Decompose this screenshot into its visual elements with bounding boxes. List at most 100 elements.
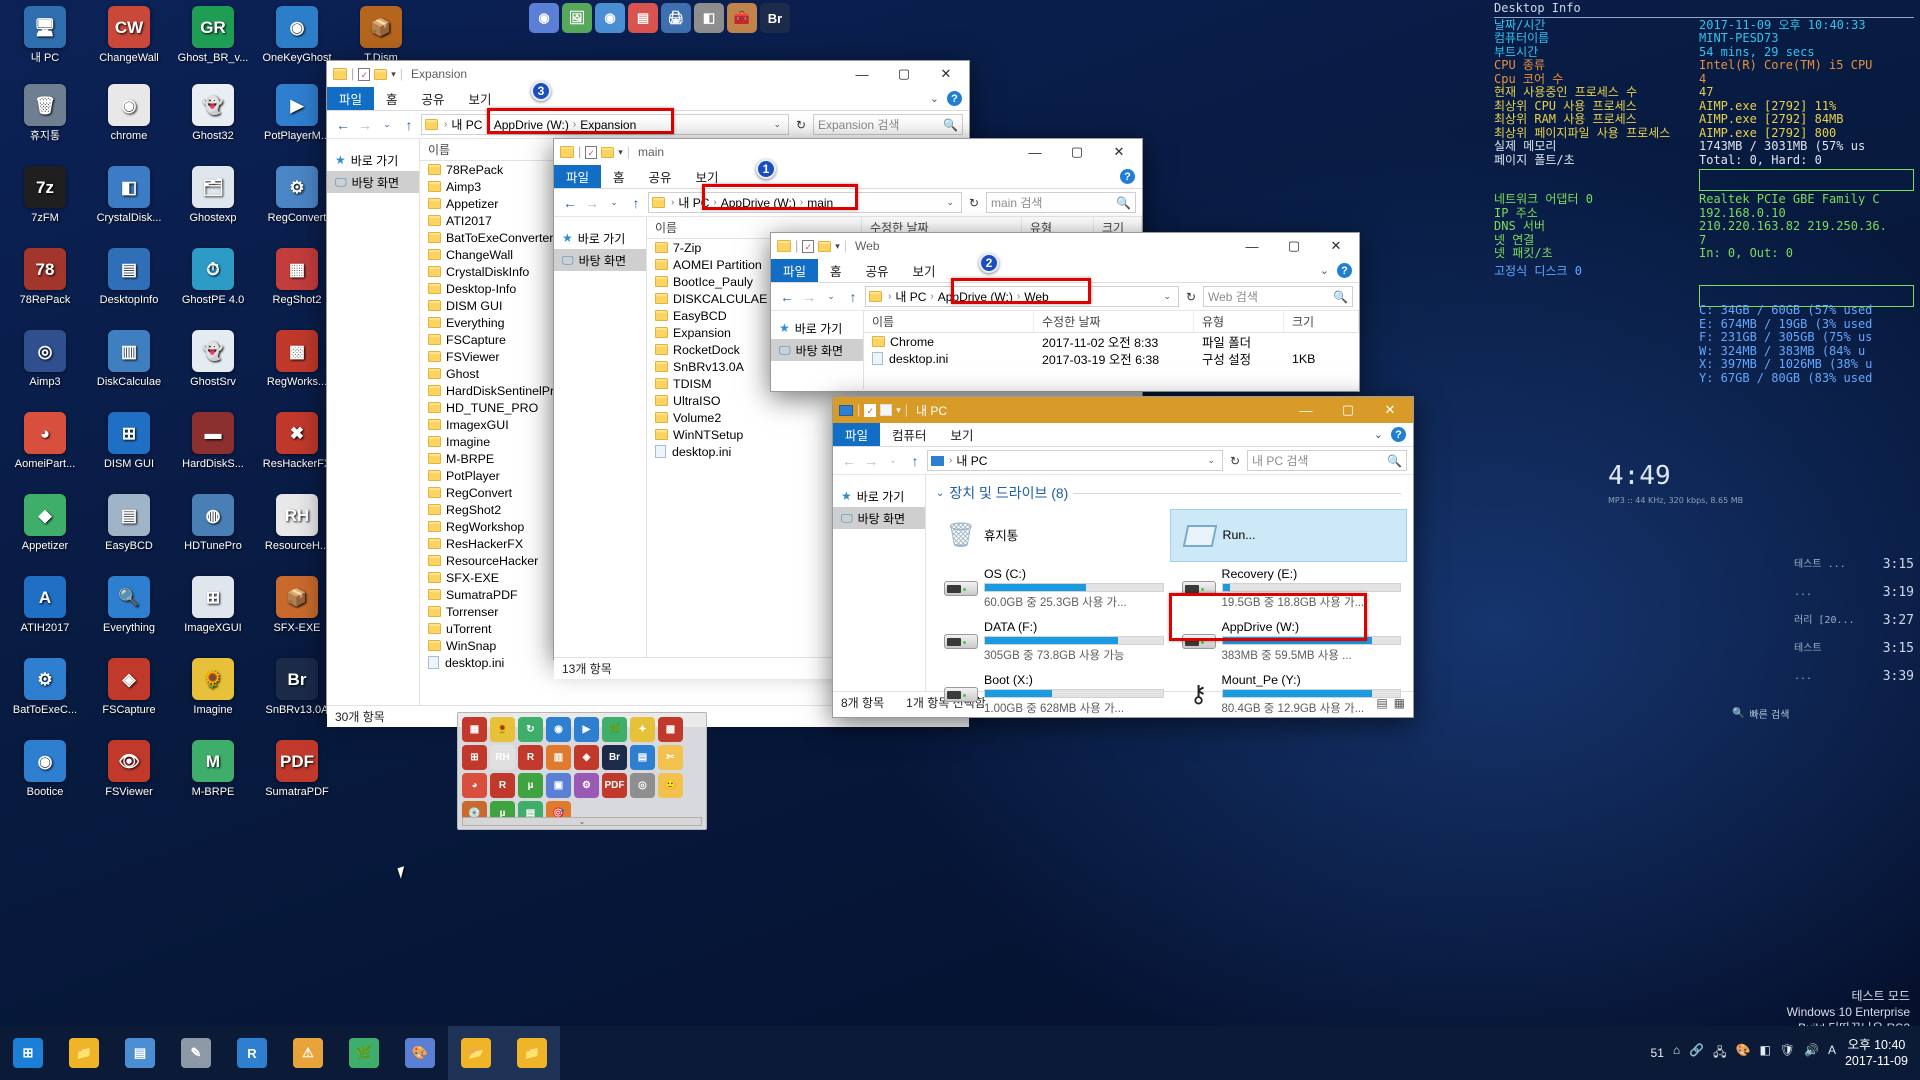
desktop-icon-crystaldisk-[interactable]: ◧ CrystalDisk... [88,166,170,225]
taskbar[interactable]: ⊞ 📁 ▤ ✎ R ⚠ 🌿 🎨 📂 📁 51 ⌂ 🔗 🖧 🎨 ◧ 🛡 🔊 A 오후 10:40 2017-11… [0,1026,1920,1080]
drive-item[interactable]: ⚷ Mount_Pe (Y:) 80.4GB 중 12.9GB 사용 가... [1170,668,1408,721]
breadcrumb-segment-0[interactable]: 내 PC [448,116,485,133]
nav-item-desktop[interactable]: 🖵 바탕 화면 [327,171,419,193]
file-rows[interactable]: Chrome 2017-11-02 오전 8:33 파일 폴더 desktop.ini… [864,333,1359,367]
desktop-icon-ghost32[interactable]: 👻 Ghost32 [172,84,254,143]
dock-icon-toolbox[interactable]: 🧰 [727,3,757,33]
drive-item[interactable]: OS (C:) 60.0GB 중 25.3GB 사용 가... [932,562,1170,615]
windows-logo-icon[interactable]: ⊞ [13,1038,43,1068]
back-button[interactable]: ← [839,451,859,471]
up-button[interactable]: ↑ [399,115,419,135]
taskbar-explorer-active[interactable]: 📂 [448,1026,504,1080]
close-button[interactable]: ✕ [1098,139,1140,165]
maximize-button[interactable]: ▢ [883,61,925,87]
column-date[interactable]: 수정한 날짜 [1034,310,1194,333]
tray-icon[interactable]: 🖧 [1713,1043,1726,1064]
dock-tile[interactable]: ✦ [630,717,655,742]
nav-item-quick-access[interactable]: ★ 바로 가기 [771,317,863,339]
titlebar-web[interactable]: | ✓ ▾ | Web — ▢ ✕ [771,233,1359,259]
back-button[interactable]: ← [560,193,580,213]
dock-icon-archive-tool[interactable]: ◧ [694,3,724,33]
new-folder-icon[interactable] [818,240,832,252]
file-list-web[interactable]: 이름 수정한 날짜 유형 크기 Chrome 2017-11-02 오전 8:33… [863,310,1359,389]
chevron-down-icon[interactable]: ▾ [896,405,901,416]
tray-icon[interactable]: ⌂ [1673,1043,1680,1064]
navigation-pane[interactable]: ★ 바로 가기 🖵 바탕 화면 [554,217,646,657]
up-button[interactable]: ↑ [905,451,925,471]
dock-scrollbar[interactable]: ⌄ [462,817,702,826]
desktop-icon-easybcd[interactable]: ▤ EasyBCD [88,494,170,553]
dock-tile[interactable]: µ [518,773,543,798]
maximize-button[interactable]: ▢ [1056,139,1098,165]
tray-icon[interactable]: 🎨 [1735,1043,1750,1064]
properties-icon[interactable]: ✓ [864,403,877,417]
column-headers[interactable]: 이름 수정한 날짜 유형 크기 [864,310,1359,333]
maximize-button[interactable]: ▢ [1273,233,1315,259]
dock-tile[interactable]: ▤ [630,745,655,770]
breadcrumb-segment-0[interactable]: 내 PC [675,194,712,211]
tab-file[interactable]: 파일 [771,259,819,282]
dock-tile[interactable]: ▣ [546,773,571,798]
minimize-button[interactable]: — [1014,139,1056,165]
dock-icon-notepad[interactable]: ▤ [628,3,658,33]
navigation-pane[interactable]: ★ 바로 가기 🖵 바탕 화면 [327,139,419,705]
nav-item-desktop[interactable]: 🖵 바탕 화면 [833,507,925,529]
taskbar-buttons[interactable]: 📁 ▤ ✎ R ⚠ 🌿 🎨 📂 📁 [56,1026,560,1080]
breadcrumb-segment-1[interactable]: AppDrive (W:) [718,196,799,210]
dock-tile[interactable]: ⚙ [574,773,599,798]
desktop-icon-ghostpe-4-0[interactable]: ⏱ GhostPE 4.0 [172,248,254,307]
taskbar-editor[interactable]: ✎ [168,1026,224,1080]
address-bar-expansion[interactable]: ← → ⌄ ↑ › 내 PC › AppDrive (W:) › Expansi… [327,111,969,139]
nav-item-desktop[interactable]: 🖵 바탕 화면 [771,339,863,361]
desktop-icon-imagexgui[interactable]: ⊞ ImageXGUI [172,576,254,635]
bottom-dock-grid[interactable]: ▦ 🌻 ↻ ◉ ▶ 🌿 ✦ ▩ ⊞ RH R ▥ ◈ Br ▤ ✂ ◕ Rµ ▣ ⚙ PDF ◎ 🙂 💿 µ ▤ 🎯 [462,717,702,826]
dock-tile[interactable]: R [490,773,515,798]
taskbar-paint[interactable]: 🎨 [392,1026,448,1080]
taskbar-warning[interactable]: ⚠ [280,1026,336,1080]
forward-button[interactable]: → [799,287,819,307]
search-icon[interactable]: 🔍 [1387,454,1402,468]
drive-item[interactable]: Boot (X:) 1.00GB 중 628MB 사용 가... [932,668,1170,721]
refresh-icon[interactable]: ↻ [964,196,984,210]
refresh-icon[interactable]: ↻ [1225,454,1245,468]
ribbon-tabs-expansion[interactable]: 파일 홈 공유 보기 ⌄ ? [327,87,969,111]
help-icon[interactable]: ? [1337,263,1352,278]
minimize-button[interactable]: — [1285,397,1327,423]
tray-icon[interactable]: 🔊 [1804,1043,1819,1064]
desktop-icon-78repack[interactable]: 78 78RePack [4,248,86,307]
tab-home[interactable]: 홈 [374,87,410,110]
ribbon-collapse-icon[interactable]: ⌄ [1368,423,1389,446]
maximize-button[interactable]: ▢ [1327,397,1369,423]
dock-tile[interactable]: PDF [602,773,627,798]
clock[interactable]: 오후 10:40 2017-11-09 [1845,1037,1908,1069]
taskbar-notepad[interactable]: ▤ [112,1026,168,1080]
search-icon[interactable]: 🔍 [1116,196,1131,210]
dock-tile[interactable]: ↻ [518,717,543,742]
search-input[interactable]: Web 검색 🔍 [1203,286,1353,307]
minimize-button[interactable]: — [1231,233,1273,259]
close-button[interactable]: ✕ [925,61,967,87]
breadcrumb-segment-2[interactable]: Expansion [577,118,639,132]
breadcrumb-segment-0[interactable]: 내 PC [953,452,990,469]
breadcrumb-segment-2[interactable]: main [804,196,836,210]
nav-item-quick-access[interactable]: ★ 바로 가기 [554,227,646,249]
tab-view[interactable]: 보기 [684,165,731,188]
up-button[interactable]: ↑ [626,193,646,213]
tray-icon[interactable]: 🛡 [1780,1043,1795,1064]
chevron-down-icon[interactable]: ⌄ [1203,455,1219,466]
breadcrumb[interactable]: › 내 PC › AppDrive (W:) › main ⌄ [648,192,962,213]
address-bar-main[interactable]: ← → ⌄ ↑ › 내 PC › AppDrive (W:) › main ⌄ … [554,189,1142,217]
up-button[interactable]: ↑ [843,287,863,307]
playlist-item[interactable]: ... 3:39 [1794,663,1914,691]
drive-item[interactable]: Recovery (E:) 19.5GB 중 18.8GB 사용 가... [1170,562,1408,615]
help-icon[interactable]: ? [947,91,962,106]
tab-file[interactable]: 파일 [833,423,881,446]
back-button[interactable]: ← [333,115,353,135]
search-icon[interactable]: 🔍 [1333,290,1348,304]
tab-view[interactable]: 보기 [939,423,986,446]
breadcrumb[interactable]: › 내 PC › AppDrive (W:) › Expansion ⌄ [421,114,789,135]
dock-tile[interactable]: Br [602,745,627,770]
properties-icon[interactable]: ✓ [802,239,815,253]
drives-view[interactable]: ⌄ 장치 및 드라이브 (8) 🗑 휴지통 Run... OS (C:) 60.0GB … [925,475,1413,715]
playlist-item[interactable]: 러리 [20... 3:27 [1794,607,1914,635]
